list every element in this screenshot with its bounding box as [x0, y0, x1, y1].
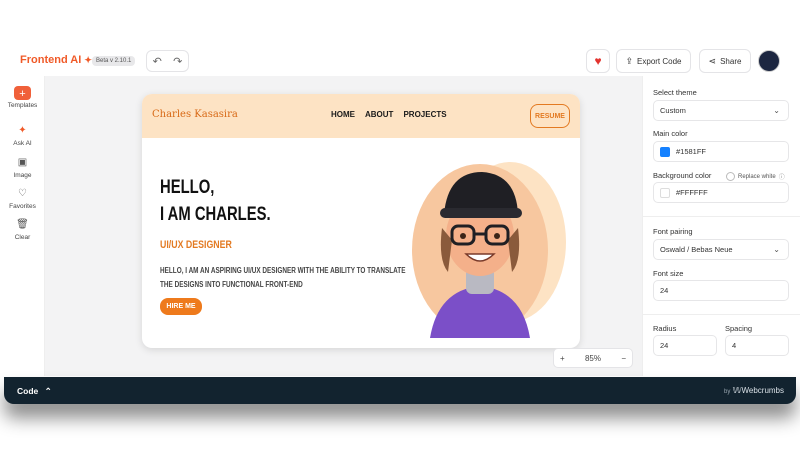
spacing-label: Spacing	[725, 324, 753, 333]
by-prefix: by	[724, 389, 731, 395]
sidebar-item-label: Image	[13, 172, 32, 179]
share-icon: ⋖	[708, 55, 717, 66]
divider	[643, 314, 800, 315]
radius-value: 24	[660, 341, 669, 350]
theme-label: Select theme	[653, 88, 697, 97]
webcrumbs-brand: Webcrumbs	[741, 386, 784, 395]
font-pairing-select[interactable]: Oswald / Bebas Neue ⌄	[653, 239, 789, 260]
hero-heading-line2: I AM CHARLES.	[160, 204, 271, 225]
resume-button[interactable]: RESUME	[530, 104, 570, 128]
sidebar-item-label: Ask AI	[13, 140, 32, 147]
main-color-swatch[interactable]	[660, 146, 670, 157]
hero-heading: HELLO, I AM CHARLES.	[160, 174, 271, 228]
spacing-input[interactable]: 4	[725, 335, 789, 356]
heart-outline-icon: ♡	[18, 188, 27, 199]
export-code-label: Export Code	[637, 56, 682, 66]
image-icon: ▣	[17, 157, 28, 168]
code-bar[interactable]: Code ⌃ by 𝕎Webcrumbs	[4, 377, 796, 404]
nav-projects[interactable]: PROJECTS	[403, 110, 446, 119]
main-color-value: #1581FF	[676, 147, 707, 156]
website-preview[interactable]: Charles Kasasira HOME ABOUT PROJECTS RES…	[142, 94, 580, 348]
sidebar-item-image[interactable]: ▣ Image	[0, 156, 45, 179]
zoom-out-icon[interactable]: −	[621, 354, 626, 363]
preview-logo[interactable]: Charles Kasasira	[152, 109, 238, 120]
replace-white-label: Replace white	[738, 173, 776, 180]
sidebar-item-label: Clear	[14, 234, 31, 241]
radius-input[interactable]: 24	[653, 335, 717, 356]
font-size-label: Font size	[653, 269, 684, 278]
user-avatar[interactable]	[758, 50, 780, 72]
sidebar-item-label: Templates	[7, 102, 38, 109]
main-color-label: Main color	[653, 129, 688, 138]
toggle-circle[interactable]	[726, 172, 735, 181]
bg-color-swatch[interactable]	[660, 187, 670, 198]
sidebar-item-ask-ai[interactable]: ✦ Ask AI	[0, 124, 45, 147]
theme-settings-panel: Select theme Custom ⌄ Main color #1581FF…	[642, 76, 800, 376]
bg-color-field[interactable]: #FFFFFF	[653, 182, 789, 203]
export-code-button[interactable]: ⇪ Export Code	[616, 49, 691, 73]
hire-me-button[interactable]: HIRE ME	[160, 298, 202, 315]
sidebar-item-label: Favorites	[9, 203, 36, 210]
hero-description: HELLO, I AM AN ASPIRING UI/UX DESIGNER W…	[160, 266, 406, 289]
portrait-image	[412, 162, 566, 338]
theme-select-value: Custom	[660, 106, 686, 115]
zoom-level: 85%	[584, 353, 601, 363]
design-canvas[interactable]: Charles Kasasira HOME ABOUT PROJECTS RES…	[45, 76, 642, 376]
font-size-input[interactable]: 24	[653, 280, 789, 301]
hero-role: UI/UX DESIGNER	[160, 239, 232, 251]
replace-white-toggle[interactable]: Replace white ⓘ	[726, 172, 785, 181]
app-logo[interactable]: Frontend AI ✦	[20, 54, 92, 66]
sidebar-item-templates[interactable]: + Templates	[0, 86, 45, 109]
font-size-value: 24	[660, 286, 669, 295]
chevron-down-icon: ⌄	[773, 106, 780, 115]
font-pairing-value: Oswald / Bebas Neue	[660, 245, 733, 254]
bg-color-label: Background color	[653, 171, 712, 180]
nav-home[interactable]: HOME	[331, 110, 355, 119]
preview-nav: HOME ABOUT PROJECTS	[331, 110, 447, 119]
chevron-down-icon: ⌄	[773, 245, 780, 254]
zoom-in-icon[interactable]: +	[560, 354, 565, 363]
heart-icon: ♥	[594, 54, 602, 68]
undo-icon[interactable]: ↶	[153, 55, 162, 68]
bg-color-value: #FFFFFF	[676, 188, 708, 197]
beta-badge: Beta v 2.10.1	[92, 56, 136, 66]
hero-heading-line1: HELLO,	[160, 177, 215, 198]
font-pairing-label: Font pairing	[653, 227, 693, 236]
powered-by[interactable]: by 𝕎Webcrumbs	[724, 386, 784, 395]
top-bar: Frontend AI ✦ Beta v 2.10.1 ↶ ↷ ♥ ⇪ Expo…	[0, 46, 800, 76]
theme-select[interactable]: Custom ⌄	[653, 100, 789, 121]
zoom-control: + 85% −	[553, 348, 633, 368]
chevron-up-icon: ⌃	[44, 386, 52, 396]
sparkle-icon: ✦	[18, 125, 27, 136]
undo-redo-group: ↶ ↷	[146, 50, 189, 72]
preview-header: Charles Kasasira HOME ABOUT PROJECTS RES…	[142, 94, 580, 138]
main-color-field[interactable]: #1581FF	[653, 141, 789, 162]
sparkle-icon: ✦	[84, 55, 92, 65]
radius-label: Radius	[653, 324, 677, 333]
favorite-button[interactable]: ♥	[586, 49, 610, 73]
trash-icon: 🗑	[16, 219, 29, 230]
code-toggle[interactable]: Code ⌃	[17, 386, 52, 397]
spacing-value: 4	[732, 341, 737, 350]
plus-icon: +	[14, 86, 31, 100]
redo-icon[interactable]: ↷	[173, 55, 182, 68]
app-name: Frontend AI	[20, 54, 82, 66]
sidebar-item-favorites[interactable]: ♡ Favorites	[0, 187, 45, 210]
nav-about[interactable]: ABOUT	[365, 110, 393, 119]
left-sidebar: + Templates ✦ Ask AI ▣ Image ♡ Favorites…	[0, 76, 45, 376]
divider	[643, 216, 800, 217]
info-icon: ⓘ	[778, 175, 785, 181]
code-label: Code	[17, 386, 39, 396]
share-label: Share	[720, 56, 742, 66]
upload-icon: ⇪	[625, 55, 634, 66]
sidebar-item-clear[interactable]: 🗑 Clear	[0, 218, 45, 241]
share-button[interactable]: ⋖ Share	[699, 49, 751, 73]
